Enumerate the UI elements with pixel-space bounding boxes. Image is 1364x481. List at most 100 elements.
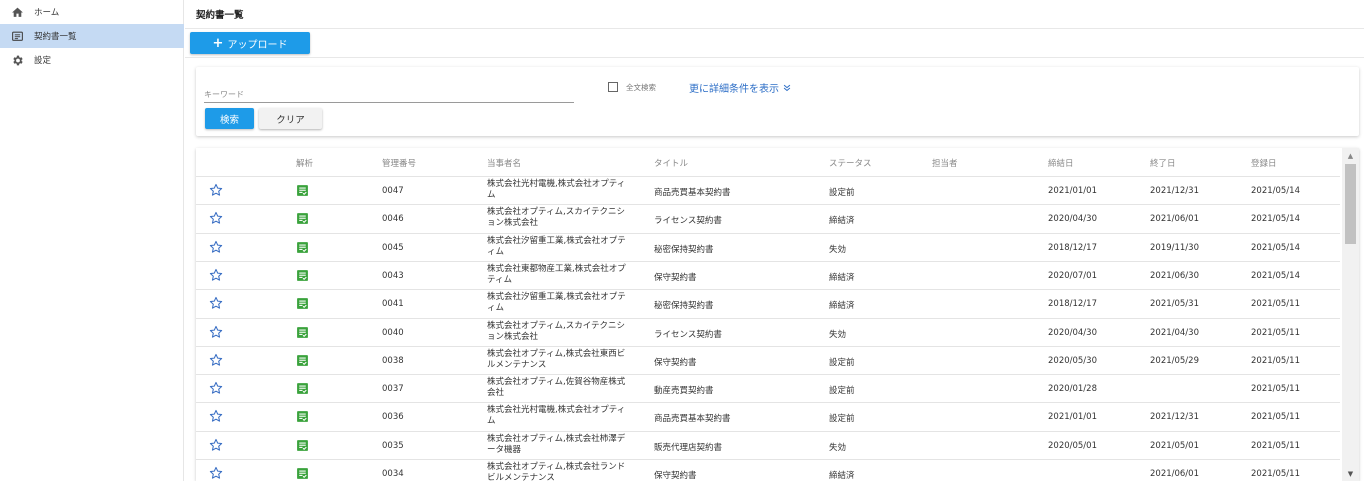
page-title: 契約書一覧: [196, 10, 244, 21]
star-icon[interactable]: [209, 353, 223, 367]
analysis-icon[interactable]: [296, 184, 309, 197]
cell-status: 失効: [829, 244, 847, 255]
analysis-icon[interactable]: [296, 326, 309, 339]
star-icon[interactable]: [209, 268, 223, 282]
cell-title: 商品売買基本契約書: [654, 414, 731, 425]
table-header: 解析 管理番号 当事者名 タイトル ステータス 担当者 締結日 終了日 登録日: [196, 148, 1340, 176]
cell-party: 株式会社オプティム,株式会社ランドビルメンテナンス: [487, 462, 626, 481]
cell-number: 0041: [382, 299, 404, 310]
column-header-number[interactable]: 管理番号: [382, 157, 416, 169]
column-header-end-date[interactable]: 終了日: [1150, 157, 1176, 169]
scrollbar-thumb[interactable]: [1345, 164, 1356, 244]
cell-end-date: 2021/05/29: [1150, 355, 1199, 366]
cell-registered-date: 2021/05/11: [1251, 440, 1300, 451]
cell-signed-date: 2021/01/01: [1048, 186, 1097, 196]
analysis-icon[interactable]: [296, 212, 309, 225]
scroll-down-icon[interactable]: ▼: [1342, 466, 1359, 481]
analysis-icon[interactable]: [296, 241, 309, 254]
cell-status: 締結済: [829, 471, 855, 481]
star-icon[interactable]: [209, 183, 223, 197]
column-header-owner[interactable]: 担当者: [932, 157, 958, 169]
cell-registered-date: 2021/05/14: [1251, 242, 1300, 253]
cell-number: 0036: [382, 412, 404, 423]
cell-party: 株式会社光村電機,株式会社オプティム: [487, 179, 626, 200]
star-icon[interactable]: [209, 409, 223, 423]
sidebar-item-home[interactable]: ホーム: [0, 0, 184, 24]
table-row[interactable]: 0035 株式会社オプティム,株式会社柿澤データ機器 販売代理店契約書 失効 2020/…: [196, 430, 1340, 459]
cell-signed-date: 2018/12/17: [1048, 242, 1097, 253]
table-row[interactable]: 0040 株式会社オプティム,スカイテクニション株式会社 ライセンス契約書 失効 202…: [196, 317, 1340, 346]
cell-end-date: 2021/06/01: [1150, 469, 1199, 479]
analysis-icon[interactable]: [296, 439, 309, 452]
cell-status: 失効: [829, 442, 847, 453]
cell-signed-date: 2018/12/17: [1048, 299, 1097, 310]
cell-party: 株式会社オプティム,スカイテクニション株式会社: [487, 320, 626, 342]
analysis-icon[interactable]: [296, 467, 309, 480]
cell-number: 0034: [382, 469, 404, 479]
cell-number: 0038: [382, 355, 404, 366]
clear-button[interactable]: クリア: [259, 108, 322, 129]
star-icon[interactable]: [209, 438, 223, 452]
star-icon[interactable]: [209, 211, 223, 225]
analysis-icon[interactable]: [296, 297, 309, 310]
table-row[interactable]: 0047 株式会社光村電機,株式会社オプティム 商品売買基本契約書 設定前 2021/0…: [196, 176, 1340, 204]
cell-status: 締結済: [829, 216, 855, 227]
cell-title: 保守契約書: [654, 471, 697, 481]
column-header-signed-date[interactable]: 締結日: [1048, 157, 1074, 169]
cell-title: 保守契約書: [654, 357, 697, 368]
table-row[interactable]: 0043 株式会社東都物産工業,株式会社オプティム 保守契約書 締結済 2020/07/…: [196, 260, 1340, 289]
table-row[interactable]: 0045 株式会社汐留重工業,株式会社オプティム 秘密保持契約書 失効 2018/12/…: [196, 232, 1340, 261]
analysis-icon[interactable]: [296, 269, 309, 282]
cell-signed-date: 2020/07/01: [1048, 270, 1097, 281]
cell-registered-date: 2021/05/14: [1251, 270, 1300, 281]
table-row[interactable]: 0041 株式会社汐留重工業,株式会社オプティム 秘密保持契約書 締結済 2018/12…: [196, 289, 1340, 317]
cell-end-date: 2021/12/31: [1150, 186, 1199, 196]
table-row[interactable]: 0036 株式会社光村電機,株式会社オプティム 商品売買基本契約書 設定前 2021/0…: [196, 402, 1340, 430]
cell-number: 0043: [382, 270, 404, 281]
cell-registered-date: 2021/05/11: [1251, 469, 1300, 479]
cell-end-date: 2021/05/01: [1150, 440, 1199, 451]
table-row[interactable]: 0034 株式会社オプティム,株式会社ランドビルメンテナンス 保守契約書 締結済 202…: [196, 459, 1340, 481]
column-header-status[interactable]: ステータス: [829, 157, 872, 169]
table-scrollbar[interactable]: ▲ ▼: [1342, 148, 1359, 481]
table-row[interactable]: 0037 株式会社オプティム,佐賀谷物産株式会社 動産売買契約書 設定前 2020/01…: [196, 374, 1340, 402]
double-chevron-down-icon: [783, 84, 791, 91]
column-header-title[interactable]: タイトル: [654, 157, 688, 169]
more-conditions-link[interactable]: 更に詳細条件を表示: [689, 80, 792, 95]
cell-party: 株式会社汐留重工業,株式会社オプティム: [487, 292, 626, 314]
cell-number: 0046: [382, 214, 404, 225]
analysis-icon[interactable]: [296, 410, 309, 423]
analysis-icon[interactable]: [296, 354, 309, 367]
star-icon[interactable]: [209, 296, 223, 310]
cell-end-date: 2019/11/30: [1150, 242, 1199, 253]
cell-signed-date: 2021/01/01: [1048, 412, 1097, 423]
sidebar-item-settings[interactable]: 設定: [0, 48, 184, 72]
column-header-analysis[interactable]: 解析: [296, 157, 313, 169]
header-divider: [185, 28, 1364, 29]
cell-party: 株式会社オプティム,スカイテクニション株式会社: [487, 207, 626, 229]
upload-button[interactable]: + アップロード: [190, 32, 310, 54]
cell-number: 0035: [382, 440, 404, 451]
star-icon[interactable]: [209, 466, 223, 480]
list-icon: [10, 29, 24, 43]
search-button[interactable]: 検索: [205, 108, 254, 129]
cell-status: 設定前: [829, 188, 855, 198]
analysis-icon[interactable]: [296, 382, 309, 395]
cell-end-date: 2021/06/30: [1150, 270, 1199, 281]
cell-number: 0040: [382, 327, 404, 338]
cell-title: 秘密保持契約書: [654, 301, 714, 312]
scroll-up-icon[interactable]: ▲: [1342, 148, 1359, 163]
table-row[interactable]: 0038 株式会社オプティム,株式会社東西ビルメンテナンス 保守契約書 設定前 2020…: [196, 345, 1340, 374]
table-row[interactable]: 0046 株式会社オプティム,スカイテクニション株式会社 ライセンス契約書 締結済 20…: [196, 204, 1340, 232]
fulltext-checkbox[interactable]: [608, 82, 618, 92]
keyword-input[interactable]: [204, 83, 574, 103]
star-icon[interactable]: [209, 325, 223, 339]
star-icon[interactable]: [209, 381, 223, 395]
sidebar-item-contracts[interactable]: 契約書一覧: [0, 24, 184, 48]
upload-button-label: アップロード: [227, 39, 288, 51]
home-icon: [10, 5, 24, 19]
column-header-party[interactable]: 当事者名: [487, 157, 521, 169]
column-header-registered-date[interactable]: 登録日: [1251, 157, 1277, 169]
star-icon[interactable]: [209, 240, 223, 254]
plus-icon: +: [212, 35, 224, 51]
